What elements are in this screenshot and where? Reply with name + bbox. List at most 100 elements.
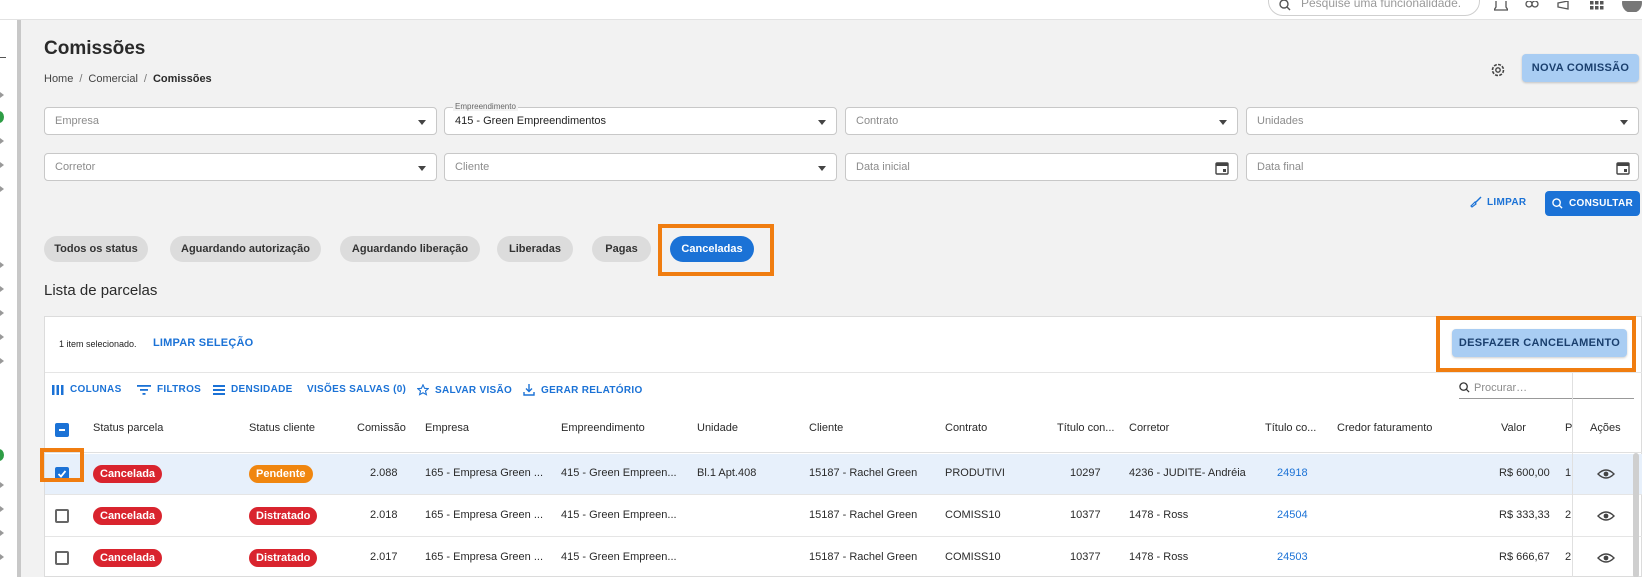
list-title: Lista de parcelas <box>44 282 158 299</box>
row-checkbox[interactable] <box>55 509 69 523</box>
empreendimento-select[interactable]: Empreendimento 415 - Green Empreendiment… <box>444 102 837 135</box>
chip-aguardando-autorizacao[interactable]: Aguardando autorização <box>170 236 321 262</box>
people-icon[interactable] <box>1524 0 1542 12</box>
col-titulo-co[interactable]: Título co... <box>1265 422 1316 434</box>
sidebar-expand-icon[interactable] <box>0 554 4 560</box>
sidebar-expand-icon[interactable] <box>0 530 4 536</box>
col-status-parcela[interactable]: Status parcela <box>93 422 163 434</box>
calendar-icon[interactable] <box>1215 161 1229 175</box>
data-final-input[interactable]: Data final <box>1246 153 1639 181</box>
col-credor-faturamento[interactable]: Credor faturamento <box>1337 422 1432 434</box>
consultar-label: CONSULTAR <box>1569 198 1633 209</box>
col-unidade[interactable]: Unidade <box>697 422 738 434</box>
col-contrato[interactable]: Contrato <box>945 422 987 434</box>
col-empreendimento[interactable]: Empreendimento <box>561 422 645 434</box>
sidebar-expand-icon[interactable] <box>0 92 4 98</box>
search-icon <box>1552 198 1563 209</box>
cell-titulo-con: 10377 <box>1070 551 1101 563</box>
sidebar-expand-icon[interactable] <box>0 482 4 488</box>
cell-titulo-con: 10297 <box>1070 467 1101 479</box>
actions-column-divider <box>1572 373 1642 577</box>
consultar-button[interactable]: CONSULTAR <box>1545 191 1640 216</box>
sidebar-expand-icon[interactable] <box>0 162 4 168</box>
generate-report-button[interactable]: GERAR RELATÓRIO <box>523 384 643 396</box>
columns-icon <box>52 384 64 395</box>
sidebar-status-dot <box>0 111 4 123</box>
corretor-placeholder: Corretor <box>55 161 96 173</box>
data-inicial-input[interactable]: Data inicial <box>845 153 1238 181</box>
chip-todos-status[interactable]: Todos os status <box>44 236 148 262</box>
sidebar-expand-icon[interactable] <box>0 186 4 192</box>
cell-valor: R$ 666,67 <box>1499 551 1550 563</box>
cliente-select[interactable]: Cliente <box>444 153 837 181</box>
empreendimento-value: 415 - Green Empreendimentos <box>455 115 607 127</box>
save-view-button[interactable]: SALVAR VISÃO <box>417 384 512 396</box>
sidebar-expand-icon[interactable] <box>0 138 4 144</box>
density-icon <box>213 384 225 395</box>
selection-info: 1 item selecionado. <box>59 339 137 349</box>
sidebar-expand-icon[interactable] <box>0 334 4 340</box>
col-titulo-con[interactable]: Título con... <box>1057 422 1114 434</box>
chevron-down-icon <box>418 120 426 125</box>
cell-p: 1 <box>1565 467 1572 479</box>
density-button[interactable]: DENSIDADE <box>213 384 293 395</box>
table-scrollbar[interactable] <box>1633 453 1639 577</box>
filters-button[interactable]: FILTROS <box>137 384 201 395</box>
contrato-select[interactable]: Contrato <box>845 107 1238 135</box>
chip-liberadas[interactable]: Liberadas <box>497 236 573 262</box>
breadcrumb-home[interactable]: Home <box>44 73 73 85</box>
saved-views-button[interactable]: VISÕES SALVAS (0) <box>307 384 406 395</box>
cell-titulo-co-link[interactable]: 24504 <box>1277 509 1308 521</box>
row-checkbox[interactable] <box>55 551 69 565</box>
clear-selection-link[interactable]: LIMPAR SELEÇÃO <box>153 337 253 349</box>
table-row[interactable]: Cancelada Distratado 2.017 165 - Empresa… <box>45 538 1642 577</box>
contrato-placeholder: Contrato <box>856 115 899 127</box>
sidebar-expand-icon[interactable] <box>0 286 4 292</box>
select-all-checkbox[interactable] <box>55 423 69 437</box>
table-row[interactable]: Cancelada Pendente 2.088 165 - Empresa G… <box>45 454 1642 495</box>
save-view-label: SALVAR VISÃO <box>435 384 513 396</box>
col-valor[interactable]: Valor <box>1501 422 1526 434</box>
clear-filters-button[interactable]: LIMPAR <box>1470 196 1526 208</box>
col-corretor[interactable]: Corretor <box>1129 422 1169 434</box>
unidades-select[interactable]: Unidades <box>1246 107 1639 135</box>
col-status-cliente[interactable]: Status cliente <box>249 422 315 434</box>
cell-titulo-co-link[interactable]: 24918 <box>1277 467 1308 479</box>
status-parcela-badge: Cancelada <box>93 549 163 567</box>
sidebar-expand-icon[interactable] <box>0 310 4 316</box>
collapse-sidebar-icon[interactable] <box>0 57 6 58</box>
sidebar-expand-icon[interactable] <box>0 262 4 268</box>
col-empresa[interactable]: Empresa <box>425 422 469 434</box>
functionality-search[interactable]: Pesquise uma funcionalidade. <box>1268 0 1480 16</box>
cell-corretor: 4236 - JUDITE- Andréia <box>1129 467 1246 479</box>
corretor-select[interactable]: Corretor <box>44 153 437 181</box>
calendar-icon[interactable] <box>1616 161 1630 175</box>
new-commission-button[interactable]: NOVA COMISSÃO <box>1522 54 1639 82</box>
sidebar-expand-icon[interactable] <box>0 358 4 364</box>
user-avatar[interactable] <box>1622 0 1642 12</box>
divider <box>45 372 1642 373</box>
empresa-select[interactable]: Empresa <box>44 107 437 135</box>
apps-grid-icon[interactable] <box>1590 0 1608 12</box>
row-checkbox[interactable] <box>55 467 69 481</box>
cell-valor: R$ 600,00 <box>1499 467 1550 479</box>
status-parcela-badge: Cancelada <box>93 465 163 483</box>
chip-canceladas[interactable]: Canceladas <box>670 236 754 262</box>
columns-button[interactable]: COLUNAS <box>52 384 122 395</box>
gear-icon[interactable] <box>1490 62 1506 78</box>
table-row[interactable]: Cancelada Distratado 2.018 165 - Empresa… <box>45 496 1642 537</box>
chip-pagas[interactable]: Pagas <box>592 236 651 262</box>
cell-unidade: Bl.1 Apt.408 <box>697 467 757 479</box>
search-icon <box>1279 0 1291 11</box>
col-comissao[interactable]: Comissão <box>357 422 406 434</box>
bell-icon[interactable] <box>1494 0 1512 12</box>
chevron-down-icon <box>1620 120 1628 125</box>
sidebar-scrollbar[interactable] <box>17 20 21 577</box>
cell-titulo-co-link[interactable]: 24503 <box>1277 551 1308 563</box>
undo-cancel-button[interactable]: DESFAZER CANCELAMENTO <box>1452 329 1627 357</box>
sidebar-expand-icon[interactable] <box>0 506 4 512</box>
megaphone-icon[interactable] <box>1556 0 1574 12</box>
chip-aguardando-liberacao[interactable]: Aguardando liberação <box>340 236 480 262</box>
col-cliente[interactable]: Cliente <box>809 422 843 434</box>
breadcrumb-comercial[interactable]: Comercial <box>88 73 138 85</box>
